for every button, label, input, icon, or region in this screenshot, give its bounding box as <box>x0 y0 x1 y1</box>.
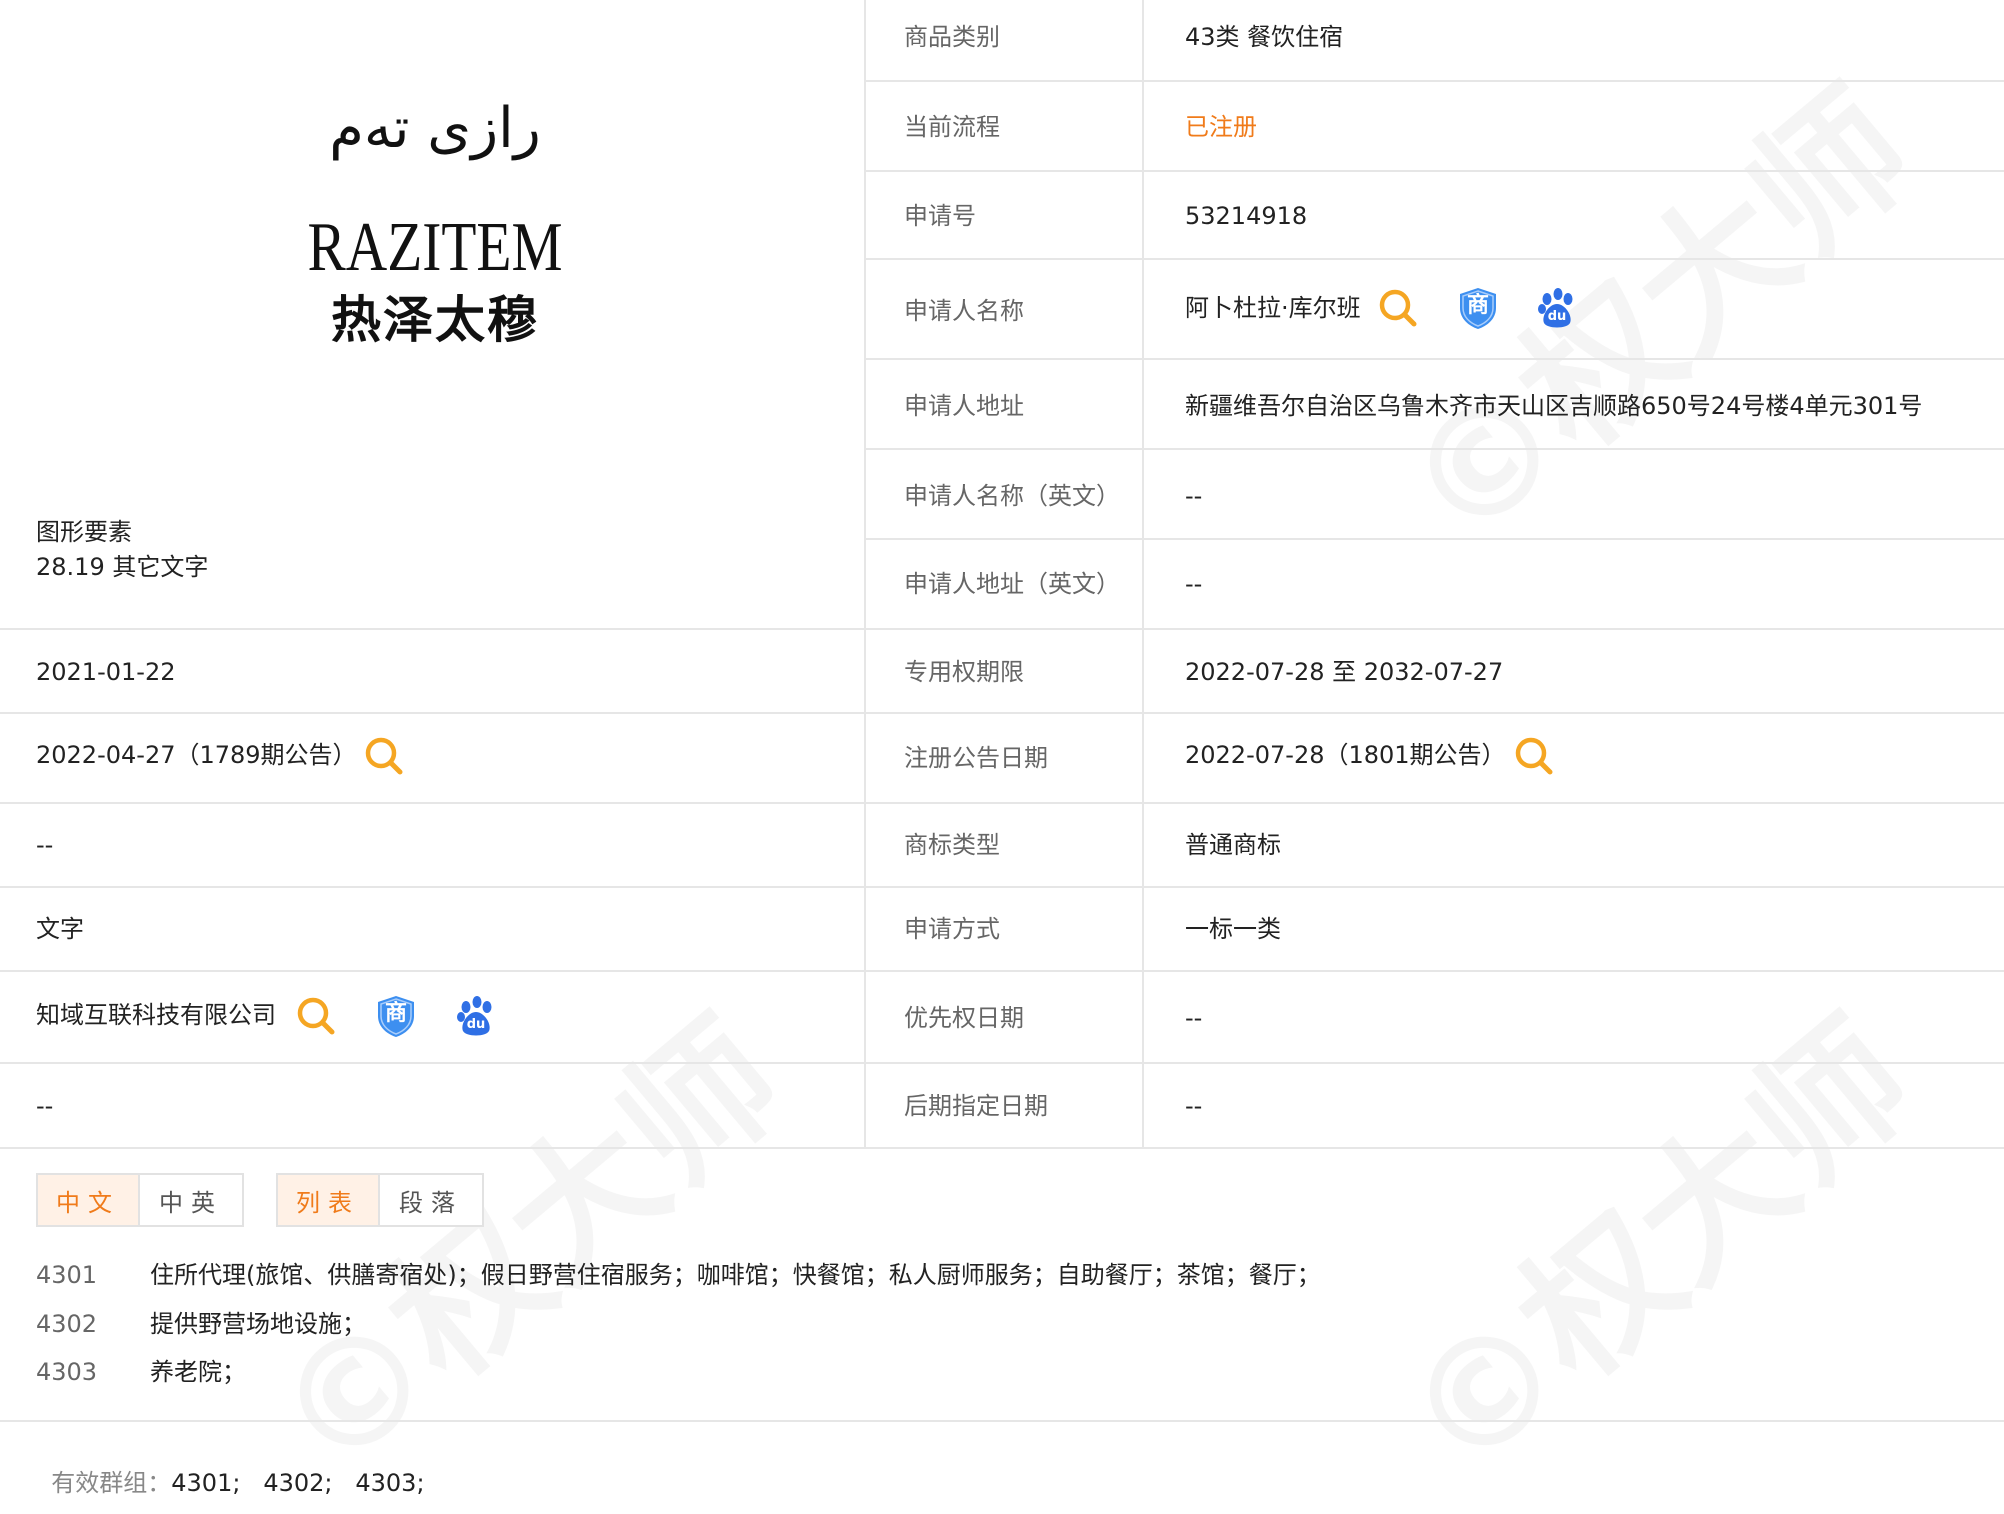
value-exclusive-period: 2022-07-28 至 2032-07-27 <box>1185 658 1504 686</box>
value-priority-date: -- <box>1185 1004 1203 1032</box>
tab-chinese-english[interactable]: 中英 <box>140 1175 242 1225</box>
graphic-elements-label: 图形要素 <box>36 518 132 546</box>
search-icon[interactable] <box>362 734 406 778</box>
row-divider <box>0 802 2004 804</box>
logo-chinese-text: 热泽太穆 <box>331 291 539 349</box>
logo-latin-text: RAZITEM <box>307 209 563 286</box>
column-divider <box>864 0 866 1147</box>
watermark: ©权大师 <box>220 963 819 1514</box>
label-applicant-name-en: 申请人名称（英文） <box>904 482 1120 510</box>
tab-list[interactable]: 列表 <box>278 1175 380 1225</box>
value-application-number: 53214918 <box>1185 202 1308 230</box>
trademark-logo-image: رازى تەم RAZITEM 热泽太穆 <box>240 95 630 365</box>
column-divider <box>1142 0 1144 1147</box>
shang-glyph: 商 <box>1466 293 1489 318</box>
row-divider <box>0 886 2004 888</box>
row-divider <box>0 1147 2004 1149</box>
goods-code: 4301 <box>36 1261 98 1289</box>
tab-paragraph[interactable]: 段落 <box>380 1175 482 1225</box>
value-later-designation-date: -- <box>1185 1092 1203 1120</box>
search-icon[interactable] <box>1376 286 1420 330</box>
search-icon[interactable] <box>294 994 338 1038</box>
row-divider <box>866 358 2004 360</box>
left-row-6-value: -- <box>36 1092 54 1120</box>
value-registration-notice-date: 2022-07-28（1801期公告） <box>1185 741 1506 769</box>
goods-code: 4303 <box>36 1358 98 1386</box>
label-trademark-type: 商标类型 <box>904 831 1000 859</box>
agent-name: 知域互联科技有限公司 <box>36 1001 276 1029</box>
goods-code: 4302 <box>36 1310 98 1338</box>
label-applicant-address: 申请人地址 <box>904 392 1024 420</box>
label-goods-class: 商品类别 <box>904 23 1000 51</box>
valid-groups-value: 4301; 4302; 4303; <box>171 1469 425 1497</box>
preliminary-notice: 2022-04-27（1789期公告） <box>36 741 357 769</box>
row-divider <box>0 628 2004 630</box>
label-application-method: 申请方式 <box>904 915 1000 943</box>
row-divider <box>0 1420 2004 1422</box>
row-divider <box>0 712 2004 714</box>
logo-uyghur-text: رازى تەم <box>329 96 541 161</box>
label-applicant-name: 申请人名称 <box>904 297 1024 325</box>
baidu-glyph: du <box>1547 309 1567 324</box>
row-divider <box>0 970 2004 972</box>
shang-shield-icon[interactable]: 商 <box>374 994 418 1038</box>
label-later-designation-date: 后期指定日期 <box>904 1092 1048 1120</box>
row-divider <box>866 170 2004 172</box>
value-applicant-name: 阿卜杜拉·库尔班 <box>1185 294 1361 322</box>
goods-description: 养老院； <box>150 1358 246 1386</box>
label-registration-notice-date: 注册公告日期 <box>904 744 1048 772</box>
label-applicant-address-en: 申请人地址（英文） <box>904 570 1120 598</box>
row-divider <box>866 448 2004 450</box>
value-goods-class: 43类 餐饮住宿 <box>1185 23 1344 51</box>
view-tab-group: 列表 段落 <box>276 1173 484 1227</box>
baidu-paw-icon[interactable]: du <box>454 994 498 1038</box>
row-divider <box>866 538 2004 540</box>
label-exclusive-period: 专用权期限 <box>904 658 1024 686</box>
value-applicant-name-en: -- <box>1185 482 1203 510</box>
label-priority-date: 优先权日期 <box>904 1004 1024 1032</box>
tab-chinese[interactable]: 中文 <box>38 1175 140 1225</box>
left-row-3-value: -- <box>36 831 54 859</box>
value-current-status: 已注册 <box>1185 113 1257 141</box>
baidu-paw-icon[interactable]: du <box>1535 286 1579 330</box>
row-divider <box>866 80 2004 82</box>
value-trademark-type: 普通商标 <box>1185 831 1281 859</box>
watermark: ©权大师 <box>1350 33 1949 585</box>
valid-groups-label: 有效群组： <box>51 1469 172 1497</box>
shang-shield-icon[interactable]: 商 <box>1456 286 1500 330</box>
goods-description: 住所代理(旅馆、供膳寄宿处)；假日野营住宿服务；咖啡馆；快餐馆；私人厨师服务；自… <box>150 1261 1321 1289</box>
label-application-number: 申请号 <box>904 202 976 230</box>
value-application-method: 一标一类 <box>1185 915 1281 943</box>
graphic-elements-value: 28.19 其它文字 <box>36 553 209 581</box>
label-current-status: 当前流程 <box>904 113 1000 141</box>
shang-glyph: 商 <box>384 1001 407 1026</box>
search-icon[interactable] <box>1512 734 1556 778</box>
application-date: 2021-01-22 <box>36 658 176 686</box>
watermark: ©权大师 <box>1350 963 1949 1514</box>
goods-description: 提供野营场地设施； <box>150 1310 366 1338</box>
row-divider <box>0 1062 2004 1064</box>
row-divider <box>866 258 2004 260</box>
trademark-form: 文字 <box>36 915 84 943</box>
baidu-glyph: du <box>466 1017 486 1032</box>
value-applicant-address-en: -- <box>1185 570 1203 598</box>
language-tab-group: 中文 中英 <box>36 1173 244 1227</box>
value-applicant-address: 新疆维吾尔自治区乌鲁木齐市天山区吉顺路650号24号楼4单元301号 <box>1185 392 1923 420</box>
valid-groups: 有效群组：4301; 4302; 4303; <box>36 1447 425 1497</box>
